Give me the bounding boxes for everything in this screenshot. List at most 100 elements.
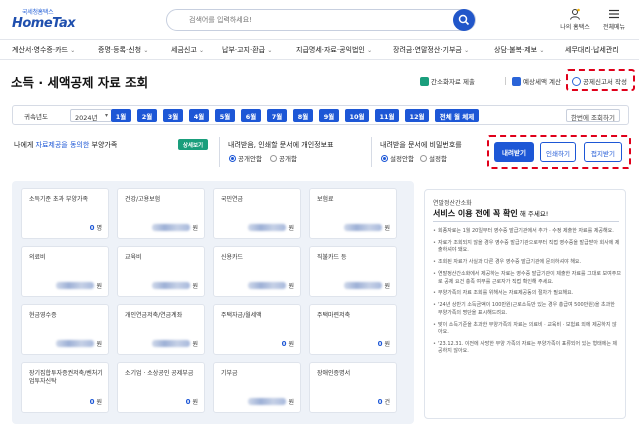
radio-unselected [270, 155, 277, 162]
highlight-box [566, 69, 635, 91]
nav-item-year-end[interactable]: 장려금·연말정산·기부금 ⌄ [393, 45, 469, 55]
blurred-amount [56, 282, 95, 289]
personal-info-hide-radio[interactable]: 공개안함 [229, 153, 262, 163]
dependents-detail-button[interactable]: 상세보기 [178, 139, 208, 150]
card-disability-certificate[interactable]: 장애인증명서 0건 [309, 362, 397, 413]
submit-data-button[interactable]: 간소화자료 제출 [420, 76, 475, 86]
chevron-down-icon: ⌄ [539, 47, 545, 54]
blurred-amount [344, 224, 383, 231]
notice-item: '24년 상반기 소득금액이 100만원(근로소득만 있는 경우 총급여 500… [433, 302, 621, 317]
blurred-amount [152, 340, 191, 347]
divider [219, 137, 220, 167]
blurred-amount [56, 340, 95, 347]
month-button[interactable]: 12월 [405, 109, 429, 122]
nav-item-payment[interactable]: 납부·고지·환급 ⌄ [222, 45, 272, 55]
hometax-logo[interactable]: 국세청홈택스 HomeTax [12, 7, 82, 35]
card-over-income-dependents[interactable]: 소득기준 초과 부양가족 0명 [21, 188, 109, 239]
card-health-employment-insurance[interactable]: 건강/고용보험 원 [117, 188, 205, 239]
page-title: 소득 · 세액공제 자료 조회 [11, 75, 149, 90]
divider [505, 77, 506, 85]
chevron-down-icon: ⌄ [464, 47, 470, 54]
personal-info-title: 내려받음, 인쇄할 문서에 개인정보표 [228, 141, 334, 149]
radio-selected [229, 155, 236, 162]
page: 국세청홈택스 HomeTax 나의 홈택스 전체메뉴 계산서·영수증·카드 ⌄ … [0, 0, 639, 424]
notice-item: 연말정산간소화에서 제공하는 자료는 영수증 발급기관이 제출한 자료를 그대로… [433, 271, 621, 286]
month-button[interactable]: 1월 [111, 109, 131, 122]
chevron-down-icon: ⌄ [70, 47, 76, 54]
deduction-summary-grid: 소득기준 초과 부양가족 0명 건강/고용보험 원 국민연금 원 보험료 원 의… [12, 181, 414, 424]
month-button[interactable]: 5월 [215, 109, 235, 122]
divider [371, 137, 372, 167]
month-button[interactable]: 11월 [375, 109, 399, 122]
blurred-amount [248, 224, 287, 231]
nav-item-invoice[interactable]: 계산서·영수증·카드 ⌄ [12, 45, 75, 55]
search-input[interactable] [189, 13, 419, 27]
personal-info-show-radio[interactable]: 공개함 [270, 153, 297, 163]
card-education-expense[interactable]: 교육비 원 [117, 246, 205, 297]
document-upload-icon [420, 77, 429, 86]
notice-item: 맞이 소득기준을 초과한 부양가족의 자료는 의료비 · 교육비 · 보험료 외… [433, 322, 621, 337]
card-credit-card[interactable]: 신용카드 원 [213, 246, 301, 297]
notice-item: 회종자료는 1월 20일부터 영수증 발급기관에서 추가 · 수정 제출한 자료… [433, 228, 621, 236]
all-menu-label: 전체메뉴 [602, 24, 626, 31]
password-set-radio[interactable]: 설정함 [420, 153, 447, 163]
notice-item: 부양가족의 자료 조회를 위해서는 자료제공동의 절차가 필요해요. [433, 290, 621, 298]
card-national-pension[interactable]: 국민연금 원 [213, 188, 301, 239]
card-small-business-deduction[interactable]: 소기업 · 소상공인 공제부금 0원 [117, 362, 205, 413]
dependents-title: 나에게 자료제공을 동의한 부양가족 [14, 141, 118, 149]
estimate-tax-button[interactable]: 예상세액 계산 [512, 76, 561, 86]
chevron-down-icon: ⌄ [199, 47, 205, 54]
month-button[interactable]: 2월 [137, 109, 157, 122]
month-button[interactable]: 10월 [345, 109, 369, 122]
nav-item-tax-agent[interactable]: 세무대리·납세관리 [565, 45, 619, 55]
year-select[interactable]: 2024년 ▾ [70, 109, 112, 122]
month-button[interactable]: 7월 [267, 109, 287, 122]
year-month-filter: 귀속년도 2024년 ▾ 1월 2월 3월 4월 5월 6월 7월 8월 9월 … [12, 105, 629, 125]
logo-sub-text: 국세청홈택스 [22, 9, 54, 16]
nav-item-statements[interactable]: 지급명세·자료·공익법인 ⌄ [296, 45, 372, 55]
month-button[interactable]: 6월 [241, 109, 261, 122]
blurred-amount [152, 282, 191, 289]
divider [433, 221, 619, 222]
highlight-box [487, 135, 631, 169]
month-button[interactable]: 3월 [163, 109, 183, 122]
password-none-radio[interactable]: 설정안함 [381, 153, 414, 163]
notice-item: '23.12.31. 이전에 사망한 부양 가족의 자료는 부양가족이 표류되어… [433, 341, 621, 356]
card-medical-expense[interactable]: 의료비 원 [21, 246, 109, 297]
card-long-term-investment[interactable]: 장기집합투자증권저축/벤처기업투자신탁 0원 [21, 362, 109, 413]
card-pension-savings[interactable]: 개인연금저축/연금계좌 원 [117, 304, 205, 355]
notice-subtitle: 연말정산간소화 [433, 200, 472, 207]
card-insurance-premium[interactable]: 보험료 원 [309, 188, 397, 239]
month-button[interactable]: 4월 [189, 109, 209, 122]
nav-item-tax-report[interactable]: 세금신고 ⌄ [171, 45, 204, 55]
calculator-icon [512, 77, 521, 86]
blurred-amount [344, 282, 383, 289]
notice-panel: 연말정산간소화 서비스 이용 전에 꼭 확인 해 주세요! 회종자료는 1월 2… [424, 189, 626, 419]
card-cash-receipt[interactable]: 현금영수증 원 [21, 304, 109, 355]
card-donation[interactable]: 기부금 원 [213, 362, 301, 413]
card-housing-funds[interactable]: 주택자금/월세액 0원 [213, 304, 301, 355]
search-icon [458, 14, 470, 26]
nav-item-certificate[interactable]: 증명·등록·신청 ⌄ [98, 45, 148, 55]
year-label: 귀속년도 [24, 113, 48, 121]
user-icon [570, 8, 580, 20]
chevron-down-icon: ▾ [104, 112, 108, 119]
view-all-button[interactable]: 한번에 조회하기 [566, 109, 620, 122]
month-button[interactable]: 8월 [293, 109, 313, 122]
month-button[interactable]: 9월 [319, 109, 339, 122]
logo-main-text: HomeTax [12, 16, 76, 31]
card-housing-savings[interactable]: 주택마련저축 0원 [309, 304, 397, 355]
all-menu-button[interactable]: 전체메뉴 [594, 8, 634, 31]
search-button[interactable] [453, 9, 475, 31]
blurred-amount [248, 398, 287, 405]
nav-item-consult[interactable]: 상담·불복·제보 ⌄ [494, 45, 544, 55]
card-debit-card[interactable]: 직불카드 등 원 [309, 246, 397, 297]
main-nav: 계산서·영수증·카드 ⌄ 증명·등록·신청 ⌄ 세금신고 ⌄ 납부·고지·환급 … [0, 40, 639, 60]
all-months-button[interactable]: 전체 월 체제 [435, 109, 479, 122]
my-hometax-button[interactable]: 나의 홈택스 [555, 8, 595, 31]
chevron-down-icon: ⌄ [267, 47, 273, 54]
notice-list: 회종자료는 1월 20일부터 영수증 발급기관에서 추가 · 수정 제출한 자료… [433, 228, 621, 360]
radio-unselected [420, 155, 427, 162]
notice-title: 서비스 이용 전에 꼭 확인 해 주세요! [433, 209, 549, 218]
search-box [166, 9, 476, 31]
